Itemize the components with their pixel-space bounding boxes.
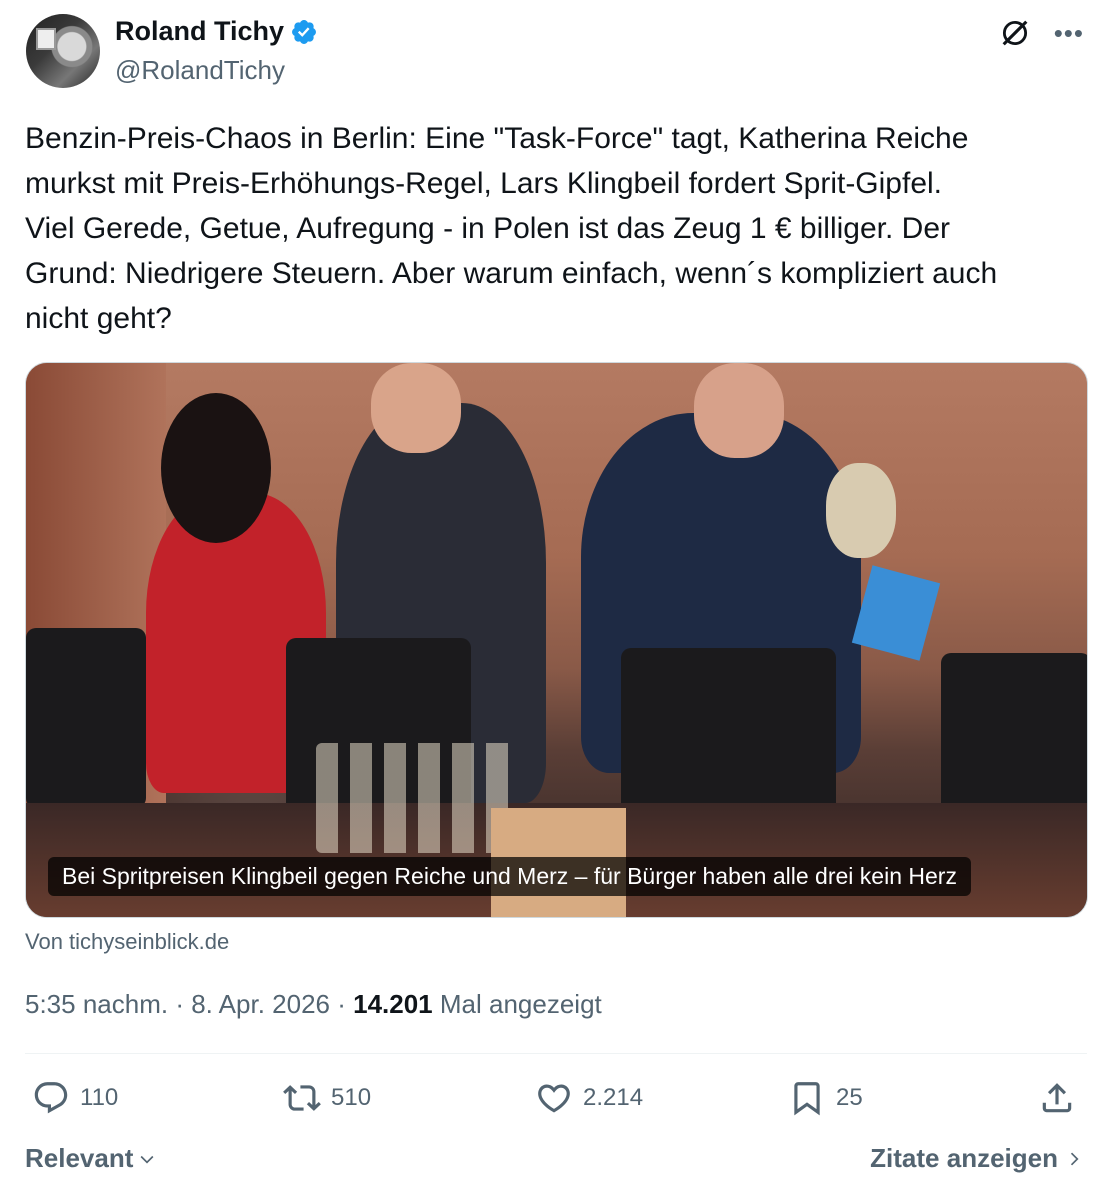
sort-dropdown[interactable]: Relevant — [25, 1143, 157, 1174]
chevron-right-icon — [1070, 1152, 1079, 1165]
grok-icon[interactable] — [998, 16, 1032, 50]
author-name[interactable]: Roland Tichy — [115, 16, 284, 47]
tweet-time[interactable]: 5:35 nachm. — [25, 989, 168, 1019]
sort-label: Relevant — [25, 1143, 134, 1173]
link-card-caption: Bei Spritpreisen Klingbeil gegen Reiche … — [48, 857, 971, 896]
bookmark-button[interactable]: 25 — [788, 1079, 863, 1117]
link-source[interactable]: Von tichyseinblick.de — [25, 929, 229, 955]
reply-icon — [34, 1082, 68, 1114]
author-name-row: Roland Tichy — [115, 16, 318, 47]
meta-separator: · — [168, 989, 192, 1019]
like-count: 2.214 — [583, 1084, 644, 1111]
bookmark-icon — [794, 1082, 820, 1116]
view-quotes-link[interactable]: Zitate anzeigen — [870, 1143, 1084, 1174]
like-button[interactable]: 2.214 — [535, 1079, 643, 1117]
reply-count: 110 — [80, 1084, 119, 1111]
reply-button[interactable]: 110 — [32, 1079, 118, 1117]
retweet-count: 510 — [331, 1084, 372, 1111]
retweet-icon — [283, 1085, 321, 1111]
author-avatar[interactable] — [26, 14, 100, 88]
view-count: 14.201 — [353, 989, 433, 1019]
verified-badge-icon — [292, 19, 316, 44]
bookmark-count: 25 — [836, 1084, 863, 1111]
divider — [25, 1053, 1087, 1054]
retweet-button[interactable]: 510 — [283, 1079, 371, 1117]
author-handle[interactable]: @RolandTichy — [115, 55, 285, 86]
share-icon — [1042, 1083, 1072, 1113]
tweet-date[interactable]: 8. Apr. 2026 — [191, 989, 330, 1019]
quotes-label: Zitate anzeigen — [870, 1143, 1058, 1173]
chevron-down-icon — [140, 1155, 154, 1164]
top-right-actions: ••• — [998, 16, 1084, 50]
tweet-meta: 5:35 nachm. · 8. Apr. 2026 · 14.201 Mal … — [25, 989, 602, 1020]
like-icon — [538, 1084, 570, 1113]
meta-separator: · — [330, 989, 354, 1019]
views-label: Mal angezeigt — [439, 989, 602, 1019]
link-card[interactable]: Bei Spritpreisen Klingbeil gegen Reiche … — [25, 362, 1088, 918]
tweet-text: Benzin-Preis-Chaos in Berlin: Eine "Task… — [25, 122, 998, 335]
more-icon[interactable]: ••• — [1054, 20, 1084, 46]
share-button[interactable] — [1038, 1079, 1076, 1117]
